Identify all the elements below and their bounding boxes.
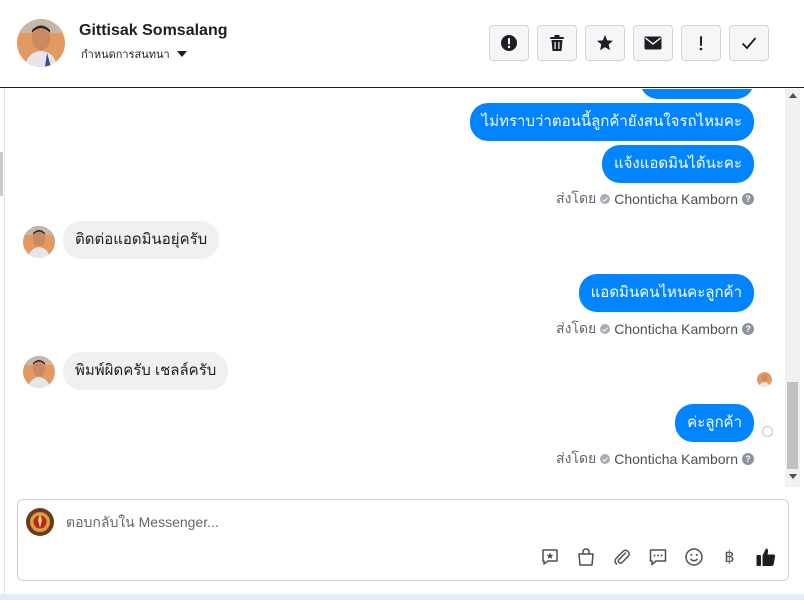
reply-input[interactable] <box>66 512 666 532</box>
header-toolbar <box>489 25 769 61</box>
incoming-message: พิมพ์ผิดครับ เชลล์ครับ <box>63 352 229 390</box>
check-circle-icon <box>600 324 611 334</box>
composer-toolbar: ฿ <box>538 545 777 568</box>
attachment-icon[interactable] <box>610 545 633 568</box>
outgoing-message: ค่ะลูกค้า <box>675 404 754 442</box>
sent-by-label: ส่งโดย <box>556 320 597 336</box>
exclamation-icon <box>699 36 703 51</box>
scrollbar-thumb[interactable] <box>787 382 798 469</box>
saved-reply-icon[interactable] <box>538 545 561 568</box>
contact-avatar-small[interactable] <box>23 356 55 388</box>
sent-by-line: ส่งโดย Chonticha Kamborn ? <box>556 188 754 210</box>
contact-avatar-small[interactable] <box>23 226 55 258</box>
check-circle-icon <box>600 454 611 464</box>
star-button[interactable] <box>585 25 625 61</box>
outgoing-message: ไม่ทราบว่าตอนนี้ลูกค้ายังสนใจรถไหมคะ <box>469 103 754 141</box>
message-bubble-partial <box>640 89 754 99</box>
agent-name[interactable]: Chonticha Kamborn <box>614 321 738 337</box>
scroll-up-arrow-icon[interactable] <box>789 93 797 98</box>
agent-name[interactable]: Chonticha Kamborn <box>614 451 738 467</box>
sent-by-label: ส่งโดย <box>556 450 597 466</box>
sent-by-line: ส่งโดย Chonticha Kamborn ? <box>556 318 754 340</box>
reply-composer: ฿ <box>17 499 789 581</box>
conversation-schedule-dropdown[interactable]: กำหนดการสนทนา <box>81 45 187 63</box>
baht-icon[interactable]: ฿ <box>718 545 741 568</box>
outgoing-message: แจ้งแอดมินได้นะคะ <box>601 145 754 183</box>
mark-unread-button[interactable] <box>633 25 673 61</box>
message-thread: ไม่ทราบว่าตอนนี้ลูกค้ายังสนใจรถไหมคะ แจ้… <box>6 89 785 487</box>
exclamation-circle-icon <box>501 35 517 51</box>
sent-status-icon <box>762 426 773 437</box>
sent-by-label: ส่งโดย <box>556 190 597 206</box>
agent-name[interactable]: Chonticha Kamborn <box>614 191 738 207</box>
contact-avatar[interactable] <box>17 19 65 67</box>
shop-bag-icon[interactable] <box>574 545 597 568</box>
left-panel-marker <box>0 152 3 196</box>
conversation-header: Gittisak Somsalang กำหนดการสนทนา <box>0 0 804 88</box>
report-spam-button[interactable] <box>489 25 529 61</box>
caret-down-icon <box>176 51 187 57</box>
star-icon <box>597 35 613 51</box>
check-circle-icon <box>600 194 611 204</box>
bottom-bar <box>0 594 804 600</box>
delete-button[interactable] <box>537 25 577 61</box>
contact-name[interactable]: Gittisak Somsalang <box>79 22 228 40</box>
thumbs-up-icon[interactable] <box>754 545 777 568</box>
follow-up-button[interactable] <box>681 25 721 61</box>
help-icon[interactable]: ? <box>742 323 754 335</box>
outgoing-message: แอดมินคนไหนคะลูกค้า <box>578 274 754 312</box>
trash-icon <box>550 35 564 51</box>
envelope-icon <box>644 36 662 50</box>
chat-bubble-icon[interactable] <box>646 545 669 568</box>
help-icon[interactable]: ? <box>742 193 754 205</box>
schedule-label: กำหนดการสนทนา <box>81 49 170 61</box>
emoji-icon[interactable] <box>682 545 705 568</box>
sent-by-line: ส่งโดย Chonticha Kamborn ? <box>556 448 754 470</box>
mark-done-button[interactable] <box>729 25 769 61</box>
incoming-message: ติดต่อแอดมินอยุ่ครับ <box>63 221 220 259</box>
help-icon[interactable]: ? <box>742 453 754 465</box>
page-avatar <box>26 508 54 536</box>
scroll-down-arrow-icon[interactable] <box>789 474 797 479</box>
seen-indicator-avatar <box>757 372 772 387</box>
checkmark-icon <box>741 37 757 50</box>
